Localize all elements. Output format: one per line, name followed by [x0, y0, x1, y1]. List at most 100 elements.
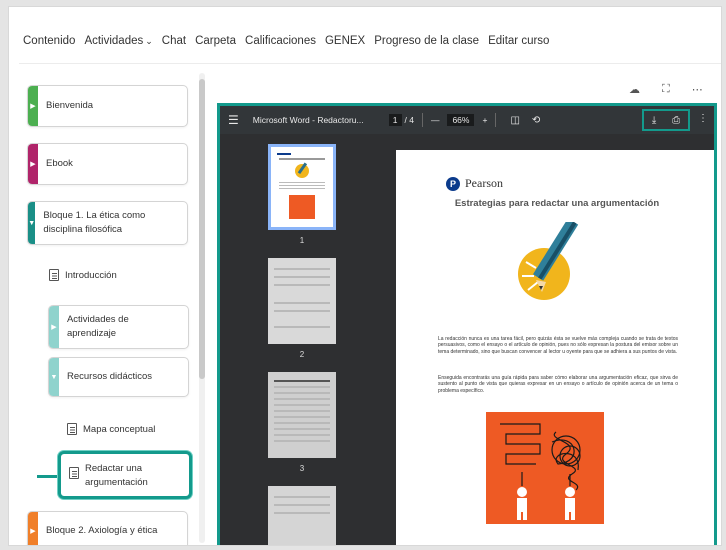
thumbnail-line: [274, 386, 330, 388]
brand-name: Pearson: [465, 176, 503, 190]
thumbnail-line: [274, 380, 330, 382]
tangled-thought-illustration: [486, 412, 604, 524]
scrollbar-thumb[interactable]: [199, 79, 205, 379]
document-title: Estrategias para redactar una argumentac…: [454, 198, 660, 209]
nav-divider: [19, 63, 721, 64]
table-of-contents: ▶ Bienvenida ▶ Ebook ▼ Bloque 1. La étic…: [19, 73, 205, 545]
nav-chat[interactable]: Chat: [162, 35, 186, 47]
thumbnail-line: [274, 504, 330, 506]
document-paragraph-1: La redacción nunca es una tarea fácil, p…: [438, 336, 678, 355]
illustration-drawing: [500, 423, 581, 520]
toolbar-divider: [421, 113, 423, 127]
course-content-frame: Contenido Actividades ⌄ Chat Carpeta Cali…: [8, 6, 722, 546]
file-name: Microsoft Word - Redactoru...: [252, 115, 364, 125]
thumbnail-line: [274, 416, 330, 418]
sidebar-scrollbar[interactable]: [199, 73, 205, 543]
nav-calificaciones[interactable]: Calificaciones: [245, 35, 316, 47]
module-label: Bloque 1. La ética como disciplina filos…: [43, 210, 146, 235]
module-recursos-didacticos[interactable]: ▼ Recursos didácticos: [48, 357, 189, 397]
chevron-down-icon: ▼: [28, 202, 36, 244]
nav-genex[interactable]: GENEX: [325, 35, 365, 47]
thumbnail-line: [274, 428, 330, 430]
course-nav: Contenido Actividades ⌄ Chat Carpeta Cali…: [23, 35, 549, 47]
thumbnail-line: [274, 404, 330, 406]
module-label: Ebook: [46, 158, 73, 169]
rotate-icon[interactable]: ⟲: [532, 115, 540, 126]
thumbnail-preview: [277, 153, 325, 219]
topic-label: Redactar una argumentación: [85, 463, 148, 488]
module-label: Recursos didácticos: [67, 371, 153, 382]
topic-mapa-conceptual[interactable]: Mapa conceptual: [67, 423, 155, 435]
document-paragraph-2: Enseguida encontrarás una guía rápida pa…: [438, 375, 678, 394]
module-actividades-aprendizaje[interactable]: ▶ Actividades de aprendizaje: [48, 305, 189, 349]
chevron-down-icon: ⌄: [145, 36, 153, 46]
pdf-toolbar: ☰ Microsoft Word - Redactoru... 1 / 4 — …: [220, 106, 714, 134]
module-bloque-1[interactable]: ▼ Bloque 1. La ética como disciplina fil…: [27, 201, 188, 245]
highlight-connector: [37, 475, 59, 478]
print-icon[interactable]: ⎙: [672, 115, 680, 126]
module-bienvenida[interactable]: ▶ Bienvenida: [27, 85, 188, 127]
more-icon[interactable]: ⋯: [692, 83, 703, 96]
zoom-in-icon[interactable]: +: [482, 115, 487, 125]
pdf-page: P Pearson Estrategias para redactar una …: [396, 150, 714, 545]
thumbnail-line: [274, 392, 330, 394]
thumbnail-number: 3: [299, 464, 305, 473]
download-print-group: ⤓ ⎙: [642, 109, 690, 131]
chevron-down-icon: ▼: [49, 358, 59, 396]
thumbnail-page-2[interactable]: [268, 258, 336, 344]
module-ebook[interactable]: ▶ Ebook: [27, 143, 188, 185]
thumbnail-line: [274, 302, 330, 304]
thumbnail-line: [274, 440, 330, 442]
pearson-logo: P Pearson: [446, 176, 503, 191]
thumbnail-line: [274, 276, 330, 278]
module-label: Bloque 2. Axiología y ética: [46, 525, 158, 536]
topic-introduccion[interactable]: Introducción: [49, 269, 117, 281]
module-label: Actividades de aprendizaje: [66, 314, 129, 339]
page-total: / 4: [404, 115, 414, 125]
thumbnail-page-1[interactable]: [268, 144, 336, 230]
nav-progreso[interactable]: Progreso de la clase: [374, 35, 479, 47]
topic-redactar-argumentacion[interactable]: Redactar una argumentación: [58, 451, 192, 499]
thumbnail-line: [274, 434, 330, 436]
page-input[interactable]: 1: [388, 114, 402, 126]
thumbnail-line: [274, 326, 330, 328]
thumbnail-panel: 1 2 3: [220, 134, 390, 545]
chevron-right-icon: ▶: [49, 306, 59, 348]
thumbnail-line: [274, 284, 330, 286]
topic-row: Redactar una argumentación: [69, 462, 165, 490]
menu-icon[interactable]: ☰: [228, 113, 239, 127]
chevron-right-icon: ▶: [28, 144, 38, 184]
chevron-right-icon: ▶: [28, 86, 38, 126]
document-icon: [49, 269, 59, 281]
nav-actividades[interactable]: Actividades ⌄: [84, 35, 152, 47]
thumbnail-page-3[interactable]: [268, 372, 336, 458]
download-icon[interactable]: ⤓: [652, 115, 656, 126]
document-icon: [69, 467, 79, 479]
pdf-viewer: ☰ Microsoft Word - Redactoru... 1 / 4 — …: [217, 103, 717, 545]
thumbnail-line: [274, 512, 330, 514]
download-cloud-icon[interactable]: ☁: [629, 83, 640, 96]
topic-label: Introducción: [65, 269, 117, 281]
nav-carpeta[interactable]: Carpeta: [195, 35, 236, 47]
thumbnail-line: [274, 398, 330, 400]
zoom-input[interactable]: 66%: [447, 114, 475, 126]
module-label: Bienvenida: [46, 100, 94, 111]
page-indicator: 1 / 4: [388, 114, 414, 126]
thumbnail-line: [274, 268, 330, 270]
toolbar-divider: [495, 113, 497, 127]
more-vertical-icon[interactable]: ⋮: [698, 113, 708, 124]
thumbnail-line: [274, 410, 330, 412]
fullscreen-icon[interactable]: ⛶: [662, 83, 670, 96]
zoom-out-icon[interactable]: —: [431, 115, 440, 125]
chevron-right-icon: ▶: [28, 512, 38, 545]
topic-label: Mapa conceptual: [83, 423, 156, 435]
viewer-tools: ☁ ⛶ ⋯: [629, 83, 703, 96]
nav-contenido[interactable]: Contenido: [23, 35, 75, 47]
thumbnail-line: [274, 310, 330, 312]
nav-editar-curso[interactable]: Editar curso: [488, 35, 549, 47]
pearson-logo-icon: P: [446, 176, 460, 191]
module-bloque-2[interactable]: ▶ Bloque 2. Axiología y ética: [27, 511, 188, 545]
thumbnail-page-4[interactable]: [268, 486, 336, 545]
nav-actividades-label: Actividades: [84, 35, 144, 47]
fit-page-icon[interactable]: ◫: [510, 115, 519, 126]
